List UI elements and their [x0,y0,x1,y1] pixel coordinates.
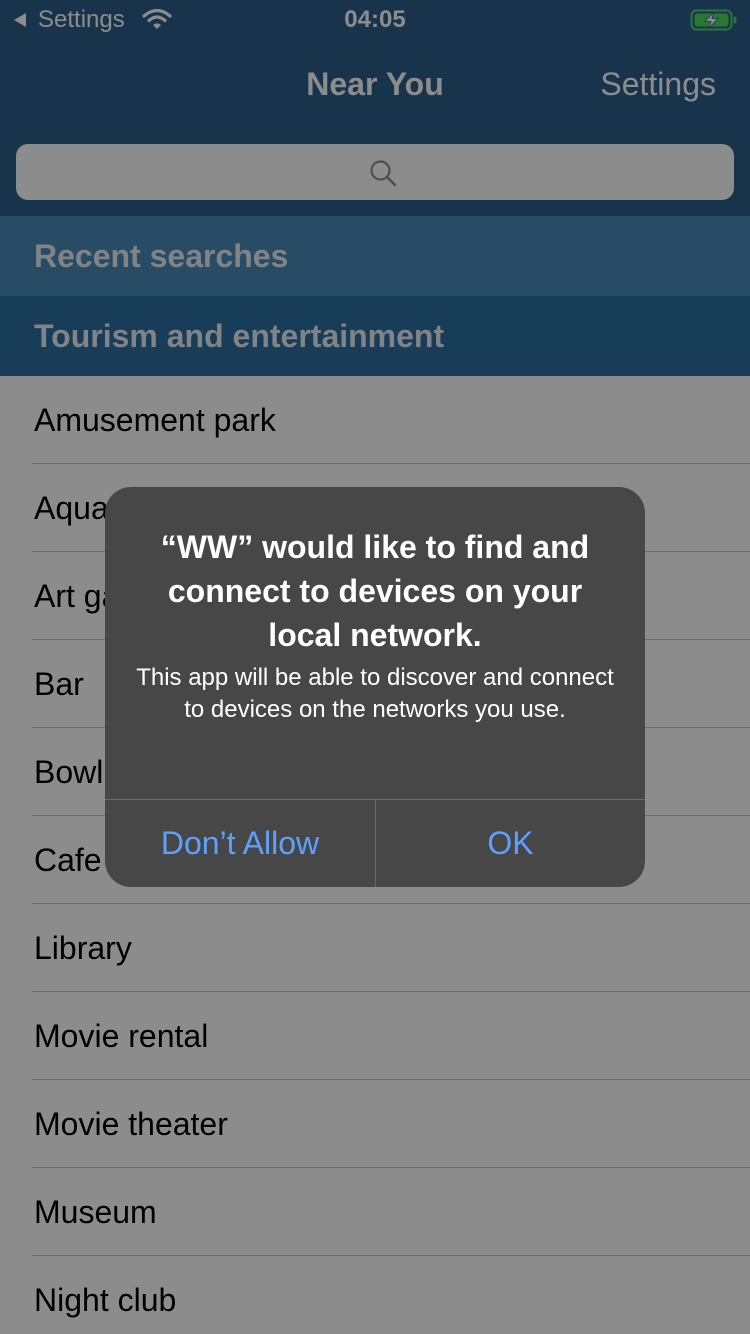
dont-allow-button[interactable]: Don’t Allow [105,800,375,887]
ok-button[interactable]: OK [376,800,645,887]
app-screen: Settings 04:05 Near You Settings Recent … [0,0,750,1334]
alert-message: This app will be able to discover and co… [136,664,614,723]
local-network-permission-alert: “WW” would like to find and connect to d… [105,487,645,887]
alert-title: “WW” would like to find and connect to d… [160,529,590,653]
